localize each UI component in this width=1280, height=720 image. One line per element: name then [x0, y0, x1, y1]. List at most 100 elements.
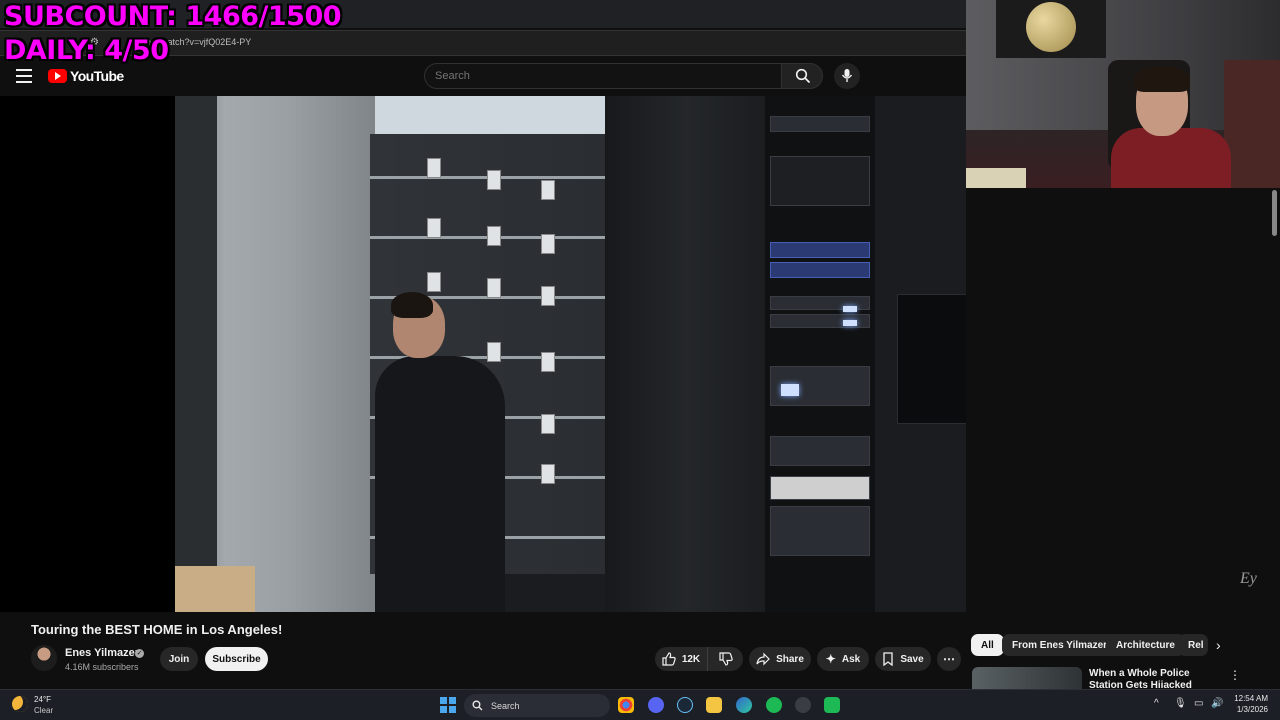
- video-box: [175, 566, 255, 612]
- recommendation-thumbnail[interactable]: [972, 667, 1082, 689]
- channel-name[interactable]: Enes Yilmazer: [65, 647, 139, 659]
- video-player[interactable]: [0, 96, 966, 612]
- search-icon: [472, 700, 483, 711]
- edge-icon[interactable]: [736, 697, 752, 713]
- video-module: [427, 158, 441, 178]
- voice-search-button[interactable]: [834, 63, 860, 89]
- more-actions-button[interactable]: ⋯: [937, 647, 961, 671]
- chip-all[interactable]: All: [971, 634, 1004, 656]
- subcount-text: SUBCOUNT: 1466/1500: [4, 1, 342, 32]
- settings-icon[interactable]: [795, 697, 811, 713]
- video-module: [541, 234, 555, 254]
- video-rack: [765, 96, 875, 612]
- recommendation-title[interactable]: When a Whole Police Station Gets Hijacke…: [1089, 668, 1219, 688]
- share-label: Share: [776, 653, 804, 665]
- save-label: Save: [900, 653, 924, 665]
- webcam-balloon: [1026, 2, 1076, 52]
- network-icon[interactable]: ▭: [1194, 698, 1203, 709]
- recommendation-more-icon[interactable]: ⋮: [1229, 668, 1241, 682]
- youtube-logo[interactable]: YouTube: [48, 68, 124, 84]
- chevron-right-icon[interactable]: ›: [1216, 637, 1221, 653]
- video-module: [487, 278, 501, 298]
- video-rack-unit: [770, 476, 870, 500]
- webcam-person-hair: [1134, 66, 1190, 92]
- bookmark-icon: [883, 652, 893, 666]
- scrollbar-thumb[interactable]: [1272, 190, 1277, 236]
- video-led: [781, 384, 799, 396]
- share-button[interactable]: Share: [749, 647, 811, 671]
- youtube-play-icon: [48, 69, 67, 83]
- channel-watermark[interactable]: Ey: [1240, 570, 1257, 588]
- video-led: [843, 306, 857, 312]
- video-led: [843, 320, 857, 326]
- webcam-keyboard: [966, 168, 1026, 188]
- weather-temperature[interactable]: 24°F: [34, 695, 51, 704]
- taskbar-search-label: Search: [491, 700, 520, 711]
- windows-start-icon[interactable]: [440, 697, 456, 713]
- ask-label: Ask: [841, 653, 861, 665]
- video-frame: [175, 96, 966, 612]
- video-person: [375, 356, 505, 612]
- clock-date[interactable]: 1/3/2026: [1230, 705, 1268, 714]
- more-icon: ⋯: [943, 652, 955, 666]
- stream-overlay: SUBCOUNT: 1466/1500 DAILY: 4/50: [4, 0, 342, 68]
- dislike-button[interactable]: [707, 647, 743, 671]
- screen: ⚙ om/watch?v=vjfQ02E4-PY SUBCOUNT: 1466/…: [0, 0, 1280, 720]
- video-module: [541, 286, 555, 306]
- microphone-tray-icon[interactable]: 🎙: [1174, 698, 1187, 709]
- video-module: [541, 414, 555, 434]
- video-module: [427, 218, 441, 238]
- like-count: 12K: [681, 653, 701, 665]
- webcam-feed: [966, 0, 1280, 188]
- scrollbar-track[interactable]: [1270, 188, 1280, 688]
- moon-icon[interactable]: [12, 696, 28, 712]
- video-person-hair: [391, 292, 433, 318]
- sparkle-icon: ✦: [825, 652, 836, 666]
- chrome-icon[interactable]: [618, 697, 634, 713]
- save-button[interactable]: Save: [875, 647, 931, 671]
- chip-architecture[interactable]: Architecture: [1106, 634, 1185, 656]
- ask-button[interactable]: ✦ Ask: [817, 647, 869, 671]
- like-button[interactable]: 12K: [655, 647, 707, 671]
- video-module: [541, 352, 555, 372]
- steam-icon[interactable]: [677, 697, 693, 713]
- clock-time[interactable]: 12:54 AM: [1230, 694, 1268, 703]
- video-rack-unit: [770, 436, 870, 466]
- file-explorer-icon[interactable]: [706, 697, 722, 713]
- thumbs-down-icon: [718, 652, 733, 666]
- video-rack-unit: [770, 262, 870, 278]
- channel-avatar[interactable]: [31, 645, 57, 671]
- video-module: [487, 342, 501, 362]
- webcam-shelf: [1224, 60, 1280, 188]
- chip-from-channel[interactable]: From Enes Yilmazer: [1002, 634, 1118, 656]
- app-icon[interactable]: [824, 697, 840, 713]
- join-label: Join: [168, 653, 190, 665]
- search-input[interactable]: [425, 64, 781, 88]
- video-rack-unit: [770, 156, 870, 206]
- thumbs-up-icon: [662, 652, 676, 666]
- search-button[interactable]: [781, 63, 823, 89]
- verified-badge-icon: ✓: [135, 649, 144, 658]
- spotify-icon[interactable]: [766, 697, 782, 713]
- volume-icon[interactable]: 🔊: [1211, 698, 1223, 709]
- show-hidden-icons-chevron-icon[interactable]: ^: [1154, 698, 1159, 709]
- share-icon: [756, 652, 770, 666]
- video-wall-shadow: [175, 96, 217, 612]
- video-door: [605, 96, 765, 612]
- video-title: Touring the BEST HOME in Los Angeles!: [31, 622, 283, 637]
- video-module: [487, 170, 501, 190]
- chip-related[interactable]: Rel: [1178, 634, 1208, 656]
- video-rack-unit: [770, 506, 870, 556]
- search-icon: [795, 68, 811, 84]
- subscribe-label: Subscribe: [212, 653, 261, 665]
- subscribe-button[interactable]: Subscribe: [205, 647, 268, 671]
- search-box[interactable]: [424, 63, 782, 89]
- taskbar-search[interactable]: Search: [464, 694, 610, 717]
- menu-icon[interactable]: [16, 69, 32, 83]
- subscriber-count: 4.16M subscribers: [65, 662, 139, 672]
- video-rack-unit: [770, 116, 870, 132]
- weather-description[interactable]: Clear: [34, 706, 53, 715]
- join-button[interactable]: Join: [160, 647, 198, 671]
- discord-icon[interactable]: [648, 697, 664, 713]
- video-rack-unit: [770, 242, 870, 258]
